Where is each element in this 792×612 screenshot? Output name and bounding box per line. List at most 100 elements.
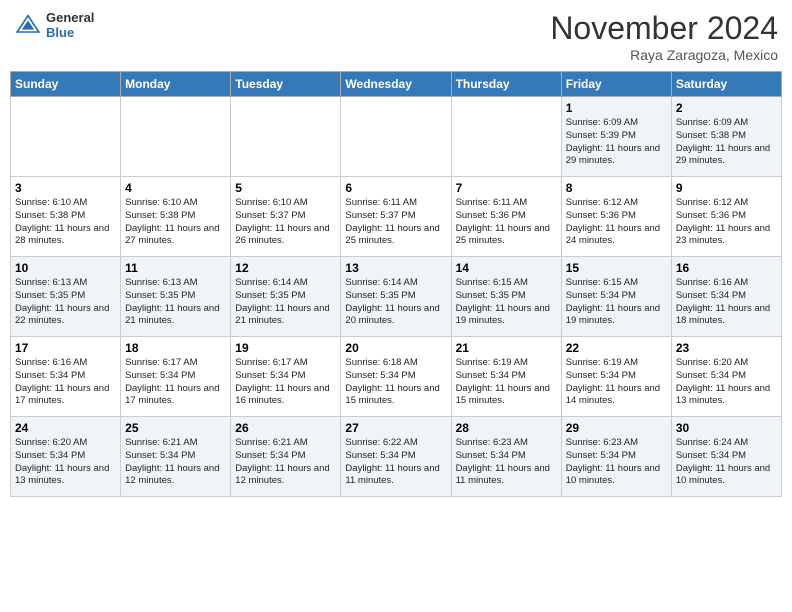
weekday-thursday: Thursday bbox=[451, 72, 561, 97]
calendar-cell: 6Sunrise: 6:11 AM Sunset: 5:37 PM Daylig… bbox=[341, 177, 451, 257]
calendar-body: 1 Sunrise: 6:09 AM Sunset: 5:39 PM Daylig… bbox=[11, 97, 782, 497]
day-info: Sunrise: 6:17 AM Sunset: 5:34 PM Dayligh… bbox=[125, 357, 226, 408]
day-number: 20 bbox=[345, 341, 446, 355]
day-number: 13 bbox=[345, 261, 446, 275]
calendar-cell: 25 Sunrise: 6:21 AM Sunset: 5:34 PM Dayli… bbox=[121, 417, 231, 497]
calendar-cell: 16 Sunrise: 6:16 AM Sunset: 5:34 PM Dayli… bbox=[671, 257, 781, 337]
calendar-week-5: 24 Sunrise: 6:20 AM Sunset: 5:34 PM Dayli… bbox=[11, 417, 782, 497]
day-info: Sunrise: 6:10 AM Sunset: 5:38 PM Dayligh… bbox=[125, 197, 226, 248]
day-number: 22 bbox=[566, 341, 667, 355]
calendar-week-1: 1 Sunrise: 6:09 AM Sunset: 5:39 PM Daylig… bbox=[11, 97, 782, 177]
day-number: 30 bbox=[676, 421, 777, 435]
day-info: Sunrise: 6:20 AM Sunset: 5:34 PM Dayligh… bbox=[15, 437, 116, 488]
day-info: Sunrise: 6:12 AM Sunset: 5:36 PM Dayligh… bbox=[676, 197, 777, 248]
logo-general: General bbox=[46, 10, 94, 25]
day-number: 19 bbox=[235, 341, 336, 355]
day-info: Sunrise: 6:23 AM Sunset: 5:34 PM Dayligh… bbox=[456, 437, 557, 488]
day-info: Sunrise: 6:16 AM Sunset: 5:34 PM Dayligh… bbox=[15, 357, 116, 408]
calendar-cell: 8 Sunrise: 6:12 AM Sunset: 5:36 PM Daylig… bbox=[561, 177, 671, 257]
day-number: 17 bbox=[15, 341, 116, 355]
day-number: 23 bbox=[676, 341, 777, 355]
day-info: Sunrise: 6:10 AM Sunset: 5:38 PM Dayligh… bbox=[15, 197, 116, 248]
day-info: Sunrise: 6:22 AM Sunset: 5:34 PM Dayligh… bbox=[345, 437, 446, 488]
calendar-cell: 18 Sunrise: 6:17 AM Sunset: 5:34 PM Dayli… bbox=[121, 337, 231, 417]
calendar-week-4: 17 Sunrise: 6:16 AM Sunset: 5:34 PM Dayli… bbox=[11, 337, 782, 417]
day-info: Sunrise: 6:21 AM Sunset: 5:34 PM Dayligh… bbox=[125, 437, 226, 488]
calendar-cell: 7 Sunrise: 6:11 AM Sunset: 5:36 PM Daylig… bbox=[451, 177, 561, 257]
weekday-friday: Friday bbox=[561, 72, 671, 97]
calendar-cell: 28Sunrise: 6:23 AM Sunset: 5:34 PM Dayli… bbox=[451, 417, 561, 497]
day-number: 29 bbox=[566, 421, 667, 435]
day-info: Sunrise: 6:09 AM Sunset: 5:39 PM Dayligh… bbox=[566, 117, 667, 168]
calendar-cell: 23 Sunrise: 6:20 AM Sunset: 5:34 PM Dayli… bbox=[671, 337, 781, 417]
calendar-cell: 26 Sunrise: 6:21 AM Sunset: 5:34 PM Dayli… bbox=[231, 417, 341, 497]
day-info: Sunrise: 6:10 AM Sunset: 5:37 PM Dayligh… bbox=[235, 197, 336, 248]
calendar-cell bbox=[11, 97, 121, 177]
location-subtitle: Raya Zaragoza, Mexico bbox=[550, 47, 778, 63]
calendar-cell: 4 Sunrise: 6:10 AM Sunset: 5:38 PM Daylig… bbox=[121, 177, 231, 257]
day-number: 5 bbox=[235, 181, 336, 195]
day-number: 18 bbox=[125, 341, 226, 355]
day-number: 1 bbox=[566, 101, 667, 115]
day-number: 26 bbox=[235, 421, 336, 435]
calendar-cell: 20Sunrise: 6:18 AM Sunset: 5:34 PM Dayli… bbox=[341, 337, 451, 417]
day-number: 6 bbox=[345, 181, 446, 195]
calendar-cell: 21Sunrise: 6:19 AM Sunset: 5:34 PM Dayli… bbox=[451, 337, 561, 417]
calendar-cell: 17 Sunrise: 6:16 AM Sunset: 5:34 PM Dayli… bbox=[11, 337, 121, 417]
day-info: Sunrise: 6:20 AM Sunset: 5:34 PM Dayligh… bbox=[676, 357, 777, 408]
day-number: 27 bbox=[345, 421, 446, 435]
calendar-table: SundayMondayTuesdayWednesdayThursdayFrid… bbox=[10, 71, 782, 497]
title-block: November 2024 Raya Zaragoza, Mexico bbox=[550, 10, 778, 63]
calendar-cell: 13 Sunrise: 6:14 AM Sunset: 5:35 PM Dayli… bbox=[341, 257, 451, 337]
weekday-saturday: Saturday bbox=[671, 72, 781, 97]
logo-icon bbox=[14, 11, 42, 39]
logo-blue: Blue bbox=[46, 25, 94, 40]
day-info: Sunrise: 6:19 AM Sunset: 5:34 PM Dayligh… bbox=[566, 357, 667, 408]
day-number: 7 bbox=[456, 181, 557, 195]
day-number: 12 bbox=[235, 261, 336, 275]
day-info: Sunrise: 6:11 AM Sunset: 5:36 PM Dayligh… bbox=[456, 197, 557, 248]
calendar-cell: 12Sunrise: 6:14 AM Sunset: 5:35 PM Dayli… bbox=[231, 257, 341, 337]
day-number: 14 bbox=[456, 261, 557, 275]
calendar-cell: 2Sunrise: 6:09 AM Sunset: 5:38 PM Daylig… bbox=[671, 97, 781, 177]
day-info: Sunrise: 6:17 AM Sunset: 5:34 PM Dayligh… bbox=[235, 357, 336, 408]
day-number: 25 bbox=[125, 421, 226, 435]
day-info: Sunrise: 6:15 AM Sunset: 5:34 PM Dayligh… bbox=[566, 277, 667, 328]
calendar-cell: 11 Sunrise: 6:13 AM Sunset: 5:35 PM Dayli… bbox=[121, 257, 231, 337]
weekday-monday: Monday bbox=[121, 72, 231, 97]
day-info: Sunrise: 6:15 AM Sunset: 5:35 PM Dayligh… bbox=[456, 277, 557, 328]
page-header: General Blue November 2024 Raya Zaragoza… bbox=[10, 10, 782, 63]
calendar-cell bbox=[451, 97, 561, 177]
weekday-tuesday: Tuesday bbox=[231, 72, 341, 97]
calendar-week-3: 10Sunrise: 6:13 AM Sunset: 5:35 PM Dayli… bbox=[11, 257, 782, 337]
calendar-cell: 5 Sunrise: 6:10 AM Sunset: 5:37 PM Daylig… bbox=[231, 177, 341, 257]
calendar-cell: 10Sunrise: 6:13 AM Sunset: 5:35 PM Dayli… bbox=[11, 257, 121, 337]
day-info: Sunrise: 6:16 AM Sunset: 5:34 PM Dayligh… bbox=[676, 277, 777, 328]
day-number: 9 bbox=[676, 181, 777, 195]
calendar-cell: 27 Sunrise: 6:22 AM Sunset: 5:34 PM Dayli… bbox=[341, 417, 451, 497]
day-number: 11 bbox=[125, 261, 226, 275]
calendar-cell: 1 Sunrise: 6:09 AM Sunset: 5:39 PM Daylig… bbox=[561, 97, 671, 177]
day-number: 16 bbox=[676, 261, 777, 275]
calendar-cell: 30Sunrise: 6:24 AM Sunset: 5:34 PM Dayli… bbox=[671, 417, 781, 497]
day-info: Sunrise: 6:23 AM Sunset: 5:34 PM Dayligh… bbox=[566, 437, 667, 488]
calendar-cell: 3Sunrise: 6:10 AM Sunset: 5:38 PM Daylig… bbox=[11, 177, 121, 257]
calendar-header: SundayMondayTuesdayWednesdayThursdayFrid… bbox=[11, 72, 782, 97]
logo: General Blue bbox=[14, 10, 94, 40]
calendar-cell: 29 Sunrise: 6:23 AM Sunset: 5:34 PM Dayli… bbox=[561, 417, 671, 497]
day-number: 8 bbox=[566, 181, 667, 195]
day-info: Sunrise: 6:13 AM Sunset: 5:35 PM Dayligh… bbox=[15, 277, 116, 328]
weekday-header-row: SundayMondayTuesdayWednesdayThursdayFrid… bbox=[11, 72, 782, 97]
month-year-title: November 2024 bbox=[550, 10, 778, 47]
calendar-cell bbox=[231, 97, 341, 177]
day-number: 24 bbox=[15, 421, 116, 435]
day-number: 15 bbox=[566, 261, 667, 275]
day-info: Sunrise: 6:13 AM Sunset: 5:35 PM Dayligh… bbox=[125, 277, 226, 328]
day-info: Sunrise: 6:19 AM Sunset: 5:34 PM Dayligh… bbox=[456, 357, 557, 408]
day-info: Sunrise: 6:12 AM Sunset: 5:36 PM Dayligh… bbox=[566, 197, 667, 248]
day-number: 4 bbox=[125, 181, 226, 195]
calendar-cell: 15 Sunrise: 6:15 AM Sunset: 5:34 PM Dayli… bbox=[561, 257, 671, 337]
day-info: Sunrise: 6:21 AM Sunset: 5:34 PM Dayligh… bbox=[235, 437, 336, 488]
day-info: Sunrise: 6:14 AM Sunset: 5:35 PM Dayligh… bbox=[345, 277, 446, 328]
calendar-cell bbox=[341, 97, 451, 177]
